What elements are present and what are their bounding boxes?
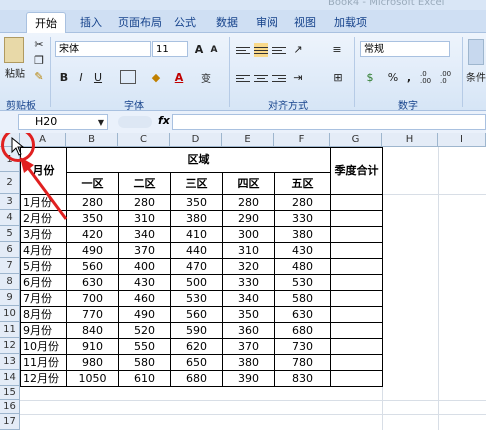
formula-input[interactable] [172,114,486,130]
wrap-text-icon[interactable]: ≡ [330,41,344,57]
format-painter-icon[interactable]: ✎ [32,69,46,83]
group-divider [229,37,230,107]
merge-center-icon[interactable]: ⊞ [330,69,346,85]
indent-icon[interactable]: ⇥ [290,69,306,85]
name-box[interactable]: H20 [18,114,108,130]
font-size-select[interactable]: 11 [152,41,188,57]
tab-page-layout[interactable]: 页面布局 [118,14,162,30]
clipboard-icon[interactable] [4,37,24,63]
phonetic-guide-button[interactable]: 变 [198,69,214,85]
align-center-icon[interactable] [254,71,268,85]
tab-review[interactable]: 审阅 [256,14,278,30]
tab-data[interactable]: 数据 [216,14,238,30]
group-divider [354,37,355,107]
align-middle-icon[interactable] [254,43,268,57]
insert-function-button[interactable]: fx [158,114,170,127]
worksheet-grid: A B C D E F G H I 1 2 3 4 5 6 7 8 9 10 1… [0,133,486,430]
align-bottom-icon[interactable] [272,43,286,57]
group-divider [462,37,463,107]
red-annotation-arrow [20,157,68,220]
font-color-button[interactable]: A [172,69,186,85]
mouse-cursor-icon [11,137,25,156]
orientation-icon[interactable]: ↗ [290,41,306,57]
conditional-format-button[interactable]: 条件 [466,69,486,84]
copy-icon[interactable]: ❐ [32,53,46,67]
align-left-icon[interactable] [236,71,250,85]
borders-icon[interactable] [120,70,136,84]
window-title: Book4 - Microsoft Excel [328,0,445,8]
formula-bar-resize-handle[interactable] [118,116,152,128]
underline-button[interactable]: U [91,69,105,85]
tab-insert[interactable]: 插入 [80,14,102,30]
comma-button[interactable]: , [404,69,414,85]
percent-button[interactable]: % [386,69,400,85]
font-name-select[interactable]: 宋体 [55,41,151,57]
tab-formulas[interactable]: 公式 [174,14,196,30]
group-divider [50,37,51,107]
ribbon: 粘贴 ✂ ❐ ✎ 剪贴板 宋体 11 A A B I U ◆ A 变 字体 ↗ … [0,33,486,112]
font-group-label: 字体 [124,101,144,112]
bold-button[interactable]: B [57,69,71,85]
formula-bar: H20 ▼ fx [0,111,486,134]
clipboard-group-label: 剪贴板 [6,101,36,112]
number-format-select[interactable]: 常规 [360,41,450,57]
cut-icon[interactable]: ✂ [32,37,46,51]
grow-font-button[interactable]: A [192,41,206,57]
title-bar: Book4 - Microsoft Excel [0,0,486,10]
conditional-format-icon[interactable] [468,39,484,65]
alignment-group-label: 对齐方式 [268,101,308,112]
name-box-dropdown-icon[interactable]: ▼ [96,115,106,129]
align-right-icon[interactable] [272,71,286,85]
increase-decimal-button[interactable]: .0 .00 [420,70,438,86]
italic-button[interactable]: I [74,69,88,85]
tab-addins[interactable]: 加载项 [334,14,367,30]
shrink-font-button[interactable]: A [208,42,220,58]
tab-home[interactable]: 开始 [26,12,66,35]
paste-button[interactable]: 粘贴 [2,65,28,80]
tab-view[interactable]: 视图 [294,14,316,30]
number-group-label: 数字 [398,101,418,112]
align-top-icon[interactable] [236,43,250,57]
ribbon-tabs: 开始 插入 页面布局 公式 数据 审阅 视图 加载项 [0,10,486,35]
decrease-decimal-button[interactable]: .00 .0 [440,70,458,86]
fill-color-icon[interactable]: ◆ [148,69,164,85]
currency-button[interactable]: $ [362,69,378,85]
